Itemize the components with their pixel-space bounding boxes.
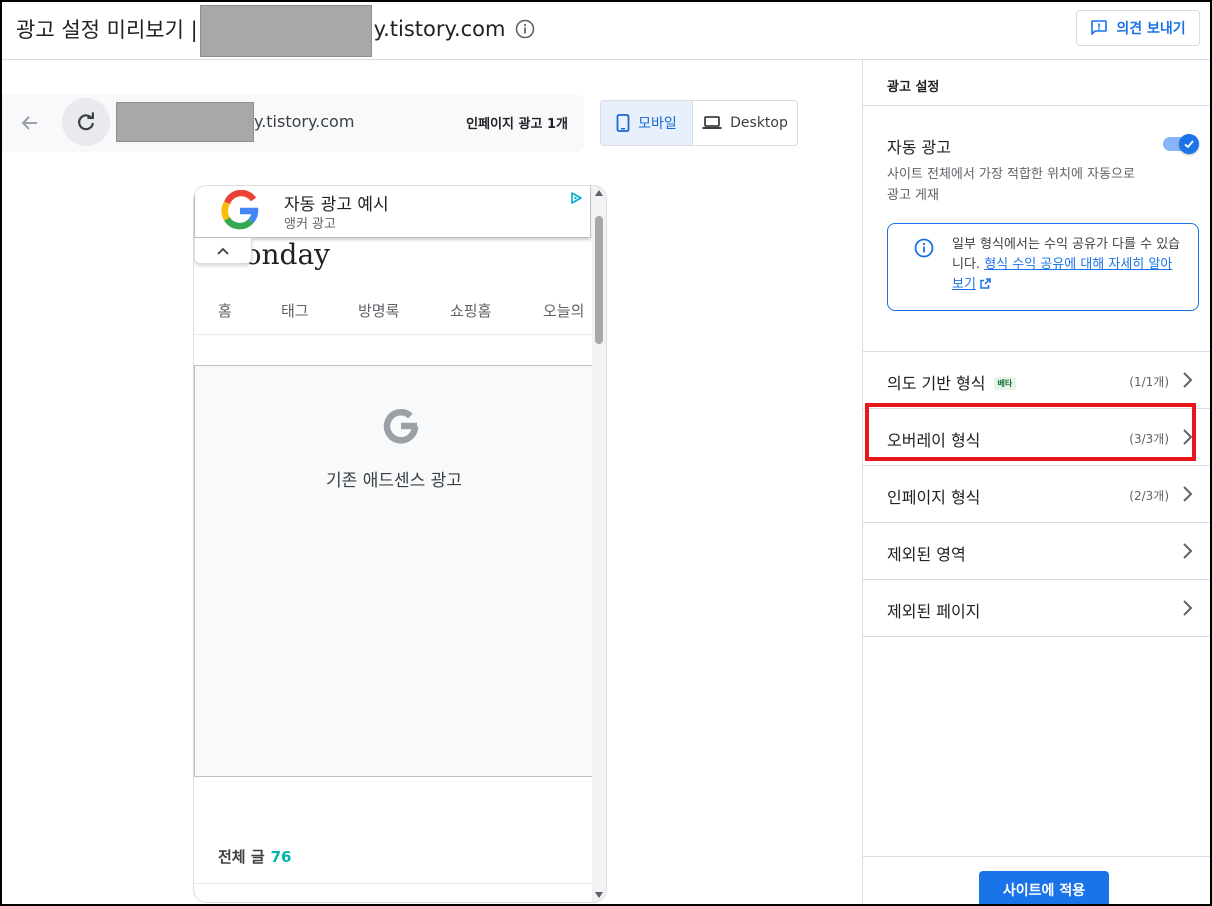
post-count-label: 전체 글 bbox=[218, 848, 265, 866]
scroll-down-arrow[interactable] bbox=[595, 892, 603, 898]
device-mobile-button[interactable]: 모바일 bbox=[601, 101, 693, 145]
inpage-ad-count: 인페이지 광고 1개 bbox=[466, 117, 568, 132]
section-count: (3/3개) bbox=[1129, 432, 1169, 446]
preview-url-bar: y.tistory.com 인페이지 광고 1개 bbox=[2, 94, 584, 152]
title-domain: y.tistory.com bbox=[373, 17, 506, 41]
section-label: 제외된 영역 bbox=[887, 545, 966, 564]
info-icon[interactable] bbox=[515, 19, 535, 39]
section-label: 오버레이 형식 bbox=[887, 431, 981, 450]
chevron-right-icon bbox=[1183, 486, 1193, 502]
info-icon bbox=[914, 238, 934, 258]
chevron-right-icon bbox=[1183, 543, 1193, 559]
preview-area: y.tistory.com 인페이지 광고 1개 모바일 Desktop Mon… bbox=[2, 60, 860, 904]
section-inpage-formats[interactable]: 인페이지 형식 (2/3개) bbox=[863, 465, 1210, 522]
reload-button[interactable] bbox=[62, 98, 110, 146]
check-icon bbox=[1184, 140, 1194, 149]
device-desktop-button[interactable]: Desktop bbox=[693, 101, 797, 145]
section-label: 의도 기반 형식 베타 bbox=[887, 370, 1017, 394]
sections-end-divider bbox=[863, 636, 1210, 637]
external-link-icon bbox=[980, 278, 991, 289]
legacy-ad-label: 기존 애드센스 광고 bbox=[326, 471, 462, 491]
redacted-blog-name bbox=[199, 5, 372, 57]
footer-divider bbox=[863, 856, 1210, 857]
google-g-icon bbox=[383, 409, 419, 444]
back-arrow-icon[interactable] bbox=[18, 111, 42, 135]
anchor-ad-title: 자동 광고 예시 bbox=[284, 195, 389, 215]
page-title: 광고 설정 미리보기 | y.tistory.com bbox=[16, 5, 535, 57]
header: 광고 설정 미리보기 | y.tistory.com 의견 보내기 bbox=[2, 2, 1210, 60]
scroll-up-arrow[interactable] bbox=[595, 190, 603, 196]
blog-nav: 홈 태그 방명록 쇼핑홈 오늘의 bbox=[194, 296, 592, 334]
panel-title: 광고 설정 bbox=[887, 80, 940, 95]
post-count: 전체 글 76 bbox=[218, 846, 292, 867]
section-label: 제외된 페이지 bbox=[887, 602, 981, 621]
section-excluded-pages[interactable]: 제외된 페이지 bbox=[863, 579, 1210, 636]
phone-scrollbar[interactable] bbox=[592, 186, 606, 902]
ad-settings-panel: 광고 설정 자동 광고 사이트 전체에서 가장 적합한 위치에 자동으로 광고 … bbox=[862, 60, 1210, 904]
nav-item-home[interactable]: 홈 bbox=[218, 300, 232, 321]
nav-item-today[interactable]: 오늘의 bbox=[543, 300, 584, 321]
post-count-value: 76 bbox=[270, 848, 292, 866]
post-divider bbox=[194, 883, 592, 884]
auto-ads-toggle[interactable] bbox=[1163, 134, 1199, 154]
nav-item-shop[interactable]: 쇼핑홈 bbox=[450, 300, 491, 321]
feedback-icon bbox=[1091, 20, 1108, 35]
chevron-right-icon bbox=[1183, 372, 1193, 388]
device-toggle: 모바일 Desktop bbox=[600, 100, 798, 146]
section-count: (1/1개) bbox=[1129, 375, 1169, 389]
app-window: 광고 설정 미리보기 | y.tistory.com 의견 보내기 y.tist… bbox=[0, 0, 1212, 906]
auto-ads-label: 자동 광고 bbox=[887, 138, 951, 157]
section-label: 인페이지 형식 bbox=[887, 488, 981, 507]
section-intent-formats[interactable]: 의도 기반 형식 베타 (1/1개) bbox=[863, 351, 1210, 408]
device-mobile-label: 모바일 bbox=[638, 116, 677, 132]
toggle-knob bbox=[1179, 134, 1199, 154]
revenue-share-notice: 일부 형식에서는 수익 공유가 다를 수 있습니다. 형식 수익 공유에 대해 … bbox=[887, 223, 1199, 311]
google-logo-icon bbox=[221, 190, 259, 230]
panel-title-divider bbox=[863, 105, 1210, 106]
redacted-url bbox=[116, 102, 254, 142]
nav-item-guestbook[interactable]: 방명록 bbox=[358, 300, 399, 321]
beta-badge: 베타 bbox=[993, 377, 1017, 390]
smartphone-icon bbox=[616, 114, 630, 132]
section-excluded-areas[interactable]: 제외된 영역 bbox=[863, 522, 1210, 579]
laptop-icon bbox=[702, 116, 722, 129]
site-content: Monday 홈 태그 방명록 쇼핑홈 오늘의 기존 애드센스 광고 전체 글 … bbox=[194, 186, 592, 902]
chevron-right-icon bbox=[1183, 429, 1193, 445]
apply-to-site-button[interactable]: 사이트에 적용 bbox=[979, 871, 1109, 904]
adchoices-icon[interactable] bbox=[570, 192, 582, 204]
scroll-thumb[interactable] bbox=[595, 216, 603, 344]
section-overlay-formats[interactable]: 오버레이 형식 (3/3개) bbox=[863, 408, 1210, 465]
reload-icon bbox=[78, 112, 94, 131]
title-prefix: 광고 설정 미리보기 | bbox=[16, 18, 198, 42]
legacy-adsense-ad: 기존 애드센스 광고 bbox=[194, 365, 592, 777]
chevron-up-icon bbox=[217, 247, 229, 255]
auto-ads-description: 사이트 전체에서 가장 적합한 위치에 자동으로 광고 게재 bbox=[887, 167, 1135, 203]
nav-divider bbox=[194, 334, 592, 335]
anchor-ad-example[interactable]: 자동 광고 예시 앵커 광고 bbox=[194, 186, 591, 238]
mobile-preview-frame: Monday 홈 태그 방명록 쇼핑홈 오늘의 기존 애드센스 광고 전체 글 … bbox=[193, 185, 607, 903]
chevron-right-icon bbox=[1183, 600, 1193, 616]
send-feedback-button[interactable]: 의견 보내기 bbox=[1076, 10, 1200, 46]
device-desktop-label: Desktop bbox=[730, 115, 788, 131]
feedback-label: 의견 보내기 bbox=[1116, 21, 1186, 37]
anchor-collapse-button[interactable] bbox=[194, 238, 252, 264]
section-count: (2/3개) bbox=[1129, 489, 1169, 503]
nav-item-tags[interactable]: 태그 bbox=[281, 300, 309, 321]
notice-text: 일부 형식에서는 수익 공유가 다를 수 있습니다. 형식 수익 공유에 대해 … bbox=[952, 235, 1182, 295]
anchor-ad-subtitle: 앵커 광고 bbox=[284, 217, 336, 232]
preview-url: y.tistory.com bbox=[254, 112, 355, 131]
